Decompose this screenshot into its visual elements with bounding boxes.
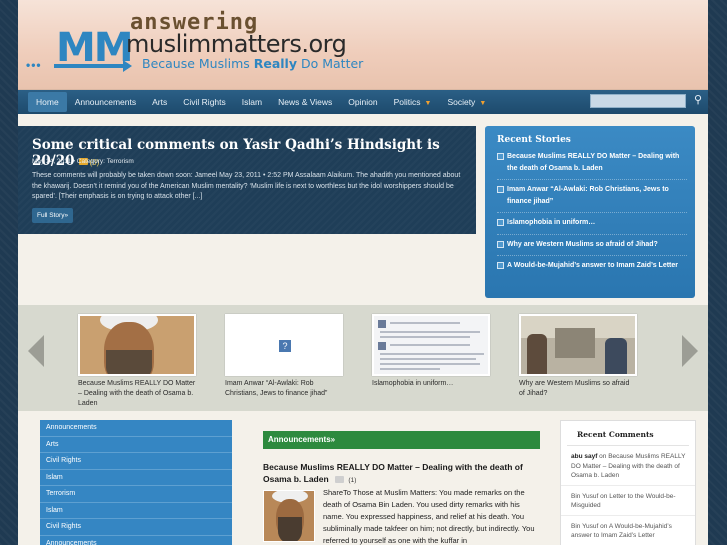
category-link[interactable]: Islam [40, 470, 232, 486]
site-header: ••• MM answering muslimmatters.org Becau… [18, 0, 708, 90]
slide-image-forum-screenshot[interactable] [372, 314, 490, 376]
recent-comments-box: Recent Comments abu sayf on Because Musl… [560, 420, 696, 545]
recent-story-item[interactable]: Why are Western Muslims so afraid of Jih… [497, 239, 687, 256]
recent-story-item[interactable]: A Would-be-Mujahid’s answer to Imam Zaid… [497, 260, 687, 277]
nav-item-society[interactable]: Society ▼ [439, 92, 494, 112]
category-link[interactable]: Announcements [40, 536, 232, 545]
comment-author[interactable]: abu sayf [571, 453, 597, 460]
slide-image-portrait[interactable] [78, 314, 196, 376]
full-story-button[interactable]: Full Story» [32, 208, 74, 223]
category-link[interactable]: Arts [40, 437, 232, 453]
recent-comment-item: abu sayf on Because Muslims REALLY DO Ma… [561, 446, 695, 486]
carousel-slide[interactable]: Because Muslims REALLY DO Matter – Deali… [78, 314, 196, 409]
category-link[interactable]: Terrorism [40, 486, 232, 503]
site-tagline: Because Muslims Really Do Matter [142, 56, 364, 71]
search-icon[interactable]: ⚲ [694, 93, 702, 106]
carousel-next-arrow-icon[interactable] [682, 335, 698, 367]
featured-carousel: Because Muslims REALLY DO Matter – Deali… [18, 305, 708, 411]
slide-caption[interactable]: Imam Anwar “Al-Awlaki: Rob Christians, J… [225, 379, 343, 399]
category-link[interactable]: Civil Rights [40, 453, 232, 470]
recent-story-item[interactable]: Imam Anwar “Al-Awlaki: Rob Christians, J… [497, 184, 687, 213]
carousel-slide[interactable]: ? Imam Anwar “Al-Awlaki: Rob Christians,… [225, 314, 343, 399]
nav-item-arts[interactable]: Arts [144, 92, 175, 112]
slide-caption[interactable]: Why are Western Muslims so afraid of Jih… [519, 379, 637, 399]
recent-story-item[interactable]: Because Muslims REALLY DO Matter – Deali… [497, 151, 687, 180]
search-input[interactable] [590, 94, 686, 108]
featured-category-label: • Category: [72, 158, 105, 165]
broken-image-icon: ? [279, 340, 291, 352]
announcement-comment-count[interactable]: (1) [348, 477, 356, 484]
main-nav: Home Announcements Arts Civil Rights Isl… [18, 90, 708, 114]
recent-comment-item: Bin Yusuf on A Would-be-Mujahid’s answer… [561, 516, 695, 545]
nav-item-politics[interactable]: Politics ▼ [386, 92, 440, 112]
logo-site-name[interactable]: muslimmatters.org [126, 30, 347, 58]
nav-item-civil-rights[interactable]: Civil Rights [175, 92, 234, 112]
logo-arrow-icon [54, 60, 132, 72]
announcements-section: Announcements» Because Muslims REALLY DO… [263, 431, 540, 545]
slide-caption[interactable]: Because Muslims REALLY DO Matter – Deali… [78, 379, 196, 409]
nav-item-islam[interactable]: Islam [234, 92, 270, 112]
carousel-slide[interactable]: Islamophobia in uniform… [372, 314, 490, 389]
recent-stories-box: Recent Stories Because Muslims REALLY DO… [485, 126, 695, 298]
category-sidebar: Announcements Arts Civil Rights Islam Te… [40, 420, 232, 545]
featured-meta: May 24, 2011 • Category: Terrorism [32, 158, 134, 165]
logo-mm[interactable]: MM [56, 28, 134, 68]
nav-item-announcements[interactable]: Announcements [67, 92, 144, 112]
carousel-prev-arrow-icon[interactable] [28, 335, 44, 367]
featured-date: May 24, 2011 [32, 158, 71, 165]
nav-item-news-views[interactable]: News & Views [270, 92, 340, 112]
slide-caption[interactable]: Islamophobia in uniform… [372, 379, 490, 389]
nav-item-home[interactable]: Home [28, 92, 67, 112]
nav-item-opinion[interactable]: Opinion [340, 92, 385, 112]
category-link[interactable]: Civil Rights [40, 519, 232, 536]
chevron-down-icon: ▼ [424, 100, 432, 107]
comment-author[interactable]: Bin Yusuf [571, 523, 598, 530]
logo-dots: ••• [26, 58, 42, 72]
carousel-slide[interactable]: Why are Western Muslims so afraid of Jih… [519, 314, 637, 399]
recent-stories-list: Because Muslims REALLY DO Matter – Deali… [497, 151, 687, 281]
page: ••• MM answering muslimmatters.org Becau… [18, 0, 708, 545]
recent-stories-title: Recent Stories [497, 135, 571, 145]
featured-post: Some critical comments on Yasir Qadhi’s … [18, 126, 476, 234]
category-link[interactable]: Islam [40, 503, 232, 519]
chevron-down-icon: ▼ [479, 100, 487, 107]
slide-image-street-photo[interactable] [519, 314, 637, 376]
announcement-post-title[interactable]: Because Muslims REALLY DO Matter – Deali… [263, 461, 540, 487]
announcement-thumbnail[interactable] [263, 490, 315, 542]
comment-author[interactable]: Bin Yusuf [571, 493, 598, 500]
comment-icon [335, 476, 345, 484]
slide-image-missing[interactable]: ? [225, 314, 343, 376]
recent-comments-title: Recent Comments [567, 421, 689, 446]
featured-category-link[interactable]: Terrorism [107, 158, 134, 165]
recent-comment-item: Bin Yusuf on Letter to the Would-be-Misg… [561, 486, 695, 516]
category-link[interactable]: Announcements [40, 420, 232, 437]
announcements-header[interactable]: Announcements» [263, 431, 540, 449]
announcement-excerpt: ShareTo Those at Muslim Matters: You mad… [323, 488, 535, 545]
recent-story-item[interactable]: Islamophobia in uniform… [497, 217, 687, 235]
featured-excerpt: These comments will probably be taken do… [32, 172, 461, 200]
